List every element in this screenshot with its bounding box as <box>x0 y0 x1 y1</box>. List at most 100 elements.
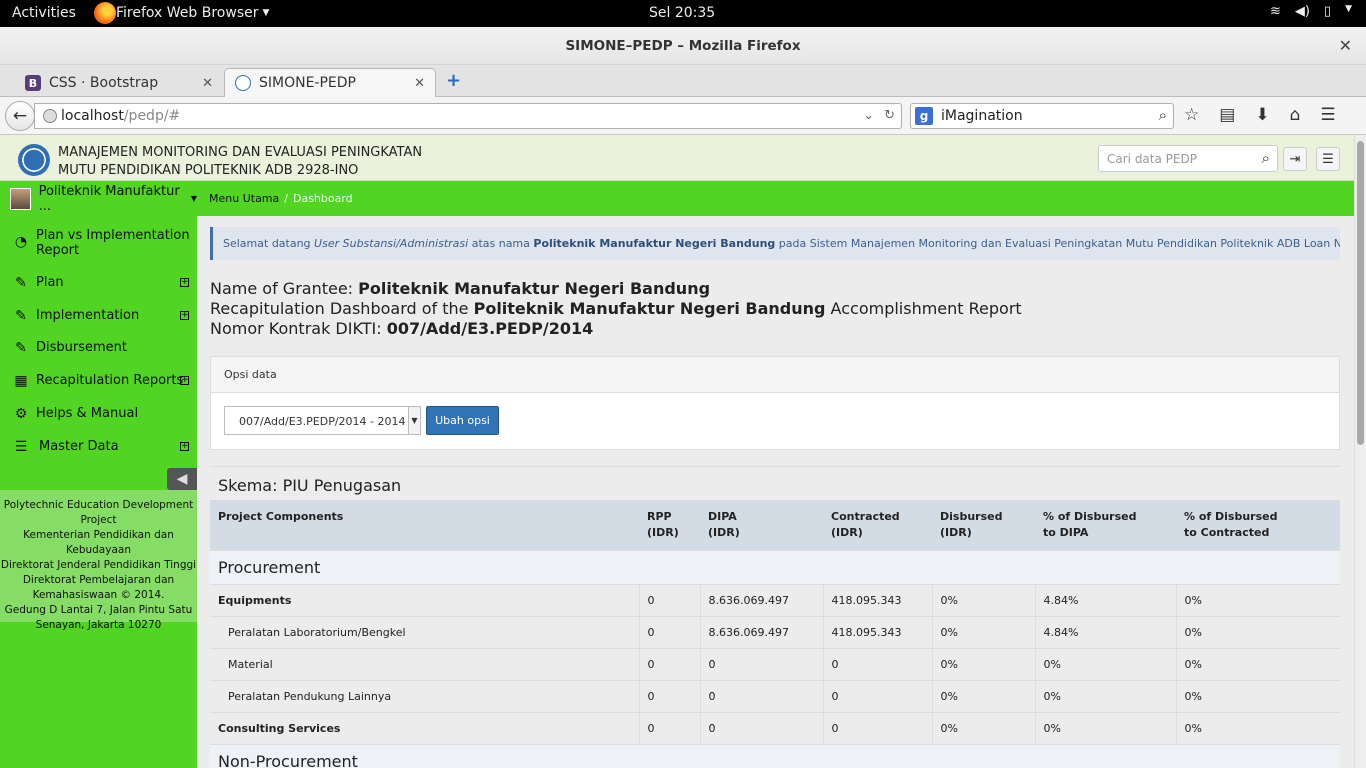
search-icon[interactable]: ⌕ <box>1262 149 1270 167</box>
window-close-icon[interactable]: ✕ <box>1339 36 1352 55</box>
contract-select[interactable]: 007/Add/E3.PEDP/2014 - 2014 ▼ <box>224 406 421 435</box>
change-options-button[interactable]: Ubah opsi <box>426 406 499 435</box>
ministry-logo-icon <box>18 144 50 176</box>
firefox-logo-icon <box>94 2 116 24</box>
url-path: /pedp/# <box>123 108 181 124</box>
collapse-sidebar-button[interactable]: ◀ <box>167 468 197 490</box>
value-cell: 0% <box>931 712 1035 745</box>
expand-icon[interactable]: + <box>180 278 189 287</box>
sidebar-item-plan-vs-implementation[interactable]: ◔ Plan vs Implementation Report <box>0 226 197 260</box>
search-icon[interactable]: ⌕ <box>1159 106 1167 124</box>
footer-line: Senayan, Jakarta 10270 <box>35 619 162 631</box>
clock[interactable]: Sel 20:35 <box>649 5 715 21</box>
bookmark-star-icon[interactable]: ☆ <box>1184 105 1199 125</box>
sidebar-item-label: Recapitulation Reports <box>36 373 184 388</box>
web-search-input[interactable]: g iMagination ⌕ <box>910 103 1174 129</box>
welcome-role: User Substansi/Administrasi <box>314 237 469 250</box>
contract-number: 007/Add/E3.PEDP/2014 <box>386 319 594 338</box>
footer-line: Direktorat Pembelajaran dan <box>22 574 175 586</box>
component-cell: Material <box>210 648 639 681</box>
sidebar-item-label: Helps & Manual <box>36 406 139 421</box>
close-tab-icon[interactable]: ✕ <box>414 76 425 91</box>
expand-icon[interactable]: + <box>180 442 189 451</box>
window-title: SIMONE–PEDP – Mozilla Firefox <box>565 38 801 54</box>
options-panel-title: Opsi data <box>211 357 1339 393</box>
table-icon: ▦ <box>14 373 28 389</box>
grantee-label: Name of Grantee: <box>210 279 359 298</box>
scrollbar-thumb[interactable] <box>1357 141 1364 445</box>
sidebar-item-label: Plan <box>36 275 64 290</box>
value-cell: 418.095.343 <box>822 616 932 649</box>
sidebar-item-plan[interactable]: ✎ Plan + <box>0 275 197 295</box>
new-tab-icon[interactable]: + <box>446 70 461 91</box>
search-value: iMagination <box>941 108 1023 124</box>
component-cell: Peralatan Laboratorium/Bengkel <box>210 616 639 649</box>
activities-button[interactable]: Activities <box>12 5 76 21</box>
contract-line: Nomor Kontrak DIKTI: 007/Add/E3.PEDP/201… <box>210 319 593 338</box>
history-dropdown-icon[interactable]: ⌄ <box>863 108 874 123</box>
value-cell: 0 <box>638 680 700 713</box>
col-header: % of Disbursed to Contracted <box>1176 500 1340 551</box>
sidebar-footer: Polytechnic Education Development Projec… <box>0 490 197 631</box>
back-button[interactable]: ← <box>5 101 35 131</box>
url-host: localhost <box>61 108 124 124</box>
app-menu[interactable]: Firefox Web Browser ▼ <box>94 2 269 24</box>
table-row: Equipments 0 8.636.069.497 418.095.343 0% 4.8… <box>210 584 1340 617</box>
system-tray[interactable]: ≋ ◀) ▯ ▼ <box>1270 4 1352 19</box>
footer-line: Kebudayaan <box>66 544 131 556</box>
close-tab-icon[interactable]: ✕ <box>202 76 213 91</box>
tab-css-bootstrap[interactable]: B CSS · Bootstrap ✕ <box>14 68 224 97</box>
section-title: Non-Procurement <box>210 744 1340 768</box>
google-engine-icon[interactable]: g <box>915 107 933 125</box>
value-cell: 4.84% <box>1034 616 1176 649</box>
value-cell: 0% <box>1034 680 1176 713</box>
bootstrap-favicon-icon: B <box>25 75 41 91</box>
col-header: Contracted (IDR) <box>823 500 932 551</box>
navigation-toolbar: localhost/pedp/# ⌄ ↻ ← g iMagination ⌕ ☆… <box>0 97 1366 135</box>
sidebar-item-disbursement[interactable]: ✎ Disbursement <box>0 340 197 360</box>
user-dropdown[interactable]: Politeknik Manufaktur ... ▼ <box>0 181 197 216</box>
value-cell: 0 <box>638 648 700 681</box>
expand-icon[interactable]: + <box>180 376 189 385</box>
download-icon[interactable]: ⬇ <box>1255 105 1269 125</box>
welcome-text: pada Sistem Manajemen Monitoring dan Eva… <box>778 237 1340 250</box>
value-cell: 0% <box>1034 712 1176 745</box>
page-scrollbar[interactable] <box>1354 135 1366 768</box>
table-row: Material 0 0 0 0% 0% 0% <box>210 648 1340 681</box>
component-cell: Peralatan Pendukung Lainnya <box>210 680 639 713</box>
breadcrumb-dashboard: Dashboard <box>292 192 353 205</box>
welcome-alert: Selamat datang User Substansi/Administra… <box>210 227 1340 260</box>
sidebar-item-label: Master Data <box>39 439 119 454</box>
value-cell: 0% <box>931 616 1035 649</box>
sidebar-item-implementation[interactable]: ✎ Implementation + <box>0 308 197 328</box>
menu-icon[interactable]: ☰ <box>1320 105 1335 125</box>
home-icon[interactable]: ⌂ <box>1290 105 1301 125</box>
sidebar-item-recapitulation-reports[interactable]: ▦ Recapitulation Reports + <box>0 373 197 393</box>
chevron-down-icon: ▼ <box>190 194 197 203</box>
avatar <box>10 187 31 210</box>
sidebar-item-master-data[interactable]: ☰ Master Data + <box>0 439 197 459</box>
value-cell: 0 <box>638 584 700 617</box>
breadcrumb-home[interactable]: Menu Utama <box>209 192 279 205</box>
url-bar[interactable]: localhost/pedp/# ⌄ ↻ <box>34 103 902 129</box>
tab-simone-pedp[interactable]: SIMONE-PEDP ✕ <box>224 68 436 97</box>
search-placeholder: Cari data PEDP <box>1107 152 1197 166</box>
reading-list-icon[interactable]: ▤ <box>1219 105 1235 125</box>
edit-icon: ✎ <box>15 340 27 356</box>
table-row: Peralatan Pendukung Lainnya 0 0 0 0% 0% 0% <box>210 680 1340 713</box>
system-top-bar: Activities Firefox Web Browser ▼ Sel 20:… <box>0 0 1366 27</box>
list-icon: ☰ <box>14 439 28 455</box>
logout-icon[interactable]: ⇥ <box>1283 147 1307 171</box>
expand-icon[interactable]: + <box>180 311 189 320</box>
sidebar: ◔ Plan vs Implementation Report ✎ Plan + … <box>0 216 197 768</box>
edit-icon: ✎ <box>15 308 27 324</box>
app-menu-label: Firefox Web Browser <box>116 5 259 21</box>
table-header-row: Project Components RPP (IDR) DIPA (IDR) Co… <box>210 500 1340 551</box>
pedp-search-input[interactable]: Cari data PEDP ⌕ <box>1098 145 1278 172</box>
menu-toggle-icon[interactable]: ☰ <box>1316 147 1340 171</box>
value-cell: 418.095.343 <box>822 584 932 617</box>
col-header: Disbursed (IDR) <box>932 500 1035 551</box>
value-cell: 0 <box>822 648 932 681</box>
sidebar-item-helps-manual[interactable]: ⚙ Helps & Manual <box>0 406 197 426</box>
reload-icon[interactable]: ↻ <box>884 108 895 123</box>
